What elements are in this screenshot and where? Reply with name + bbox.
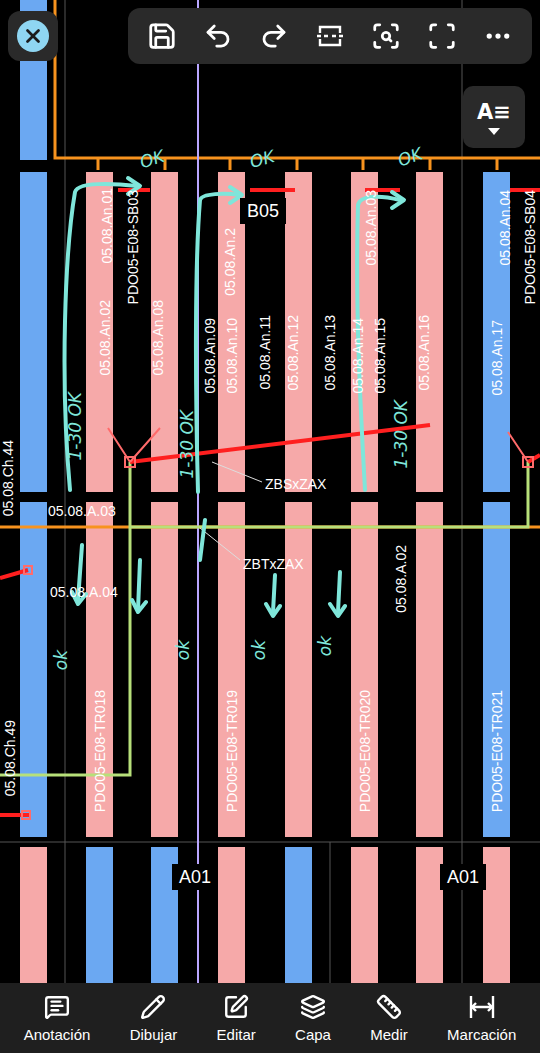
element-label: 05.08.A.02 bbox=[393, 545, 409, 613]
tool-button[interactable] bbox=[364, 14, 408, 58]
element-label: 05.08.An.15 bbox=[372, 318, 388, 394]
tool-pill bbox=[128, 8, 532, 64]
bottom-tool[interactable]: Anotación bbox=[22, 990, 93, 1047]
handwritten-note[interactable]: 1-30 OK bbox=[392, 400, 411, 469]
close-badge bbox=[17, 20, 49, 52]
layers-icon bbox=[300, 994, 326, 1020]
ruler-icon bbox=[376, 994, 402, 1020]
handwritten-note[interactable]: OK bbox=[248, 147, 277, 172]
element-label: 05.08.An.16 bbox=[416, 315, 432, 391]
cable-tray-bar bbox=[218, 847, 245, 983]
handwritten-note[interactable]: ok bbox=[316, 636, 335, 656]
bottom-tool[interactable]: Dibujar bbox=[128, 990, 180, 1047]
bottom-toolbar: Anotación Dibujar Editar Capa Medir Marcación bbox=[0, 983, 540, 1053]
handwritten-note[interactable]: ok bbox=[174, 640, 193, 660]
bottom-tool-label: Editar bbox=[217, 1026, 256, 1043]
element-label: ZBTxZAX bbox=[243, 556, 304, 572]
cable-tray-bar bbox=[285, 502, 312, 837]
element-label: 05.08.An.12 bbox=[285, 315, 301, 391]
tool-button[interactable] bbox=[420, 14, 464, 58]
cable-tray-bar bbox=[20, 502, 47, 837]
tool-button[interactable] bbox=[476, 14, 520, 58]
element-label: 05.08.An.08 bbox=[150, 300, 166, 376]
handwritten-note[interactable]: 1-30 OK bbox=[178, 410, 197, 479]
dropdown-caret-icon bbox=[488, 128, 500, 135]
element-label: PDO05-E08-SB03 bbox=[125, 190, 141, 304]
top-toolbar bbox=[8, 8, 532, 64]
tool-button[interactable] bbox=[196, 14, 240, 58]
handwritten-note[interactable]: ok bbox=[52, 650, 71, 670]
undo-icon bbox=[203, 21, 233, 51]
element-label: 05.08.An.09 bbox=[202, 318, 218, 394]
cable-tray-bar bbox=[285, 847, 312, 983]
more-icon bbox=[483, 21, 513, 51]
cable-tray-bar bbox=[351, 847, 378, 983]
cable-tray-bar bbox=[20, 172, 47, 492]
element-label: 05.08.Ch.49 bbox=[2, 720, 18, 796]
element-label: PDO05-E08-TR021 bbox=[489, 690, 505, 812]
bottom-tool[interactable]: Medir bbox=[368, 990, 410, 1047]
tool-button[interactable] bbox=[308, 14, 352, 58]
element-label: ZBSxZAX bbox=[265, 476, 326, 492]
pencil-icon bbox=[140, 994, 166, 1020]
cad-viewer: 05.08.An.01 PDO05-E08-SB03 05.08.An.02 05.0… bbox=[0, 0, 540, 1053]
element-label: 05.08.An.17 bbox=[489, 320, 505, 396]
element-label: 05.08.Ch.44 bbox=[0, 440, 16, 516]
bottom-tool-label: Marcación bbox=[447, 1026, 516, 1043]
element-label: PDO05-E08-SB04 bbox=[522, 190, 538, 304]
compare-icon bbox=[315, 21, 345, 51]
close-icon bbox=[22, 25, 44, 47]
element-label: 05.08.An.14 bbox=[350, 318, 366, 394]
bottom-tool-label: Medir bbox=[370, 1026, 408, 1043]
element-label: PDO05-E08-TR020 bbox=[357, 690, 373, 812]
zone-tag: B05 bbox=[240, 198, 286, 224]
handwritten-note[interactable]: OK bbox=[138, 147, 167, 173]
edit-icon bbox=[223, 994, 249, 1020]
annotation-icon bbox=[44, 994, 70, 1020]
element-label: 05.08.An.11 bbox=[257, 315, 273, 389]
element-label: 05.08.An.01 bbox=[99, 188, 115, 264]
text-style-label: A≡ bbox=[477, 100, 511, 124]
element-label: 05.08.An.02 bbox=[97, 300, 113, 376]
cable-tray-bar bbox=[416, 502, 443, 837]
dimension-icon bbox=[468, 994, 496, 1020]
text-style-button[interactable]: A≡ bbox=[463, 86, 525, 148]
cable-tray-bar bbox=[20, 847, 47, 983]
element-label: 05.08.An.13 bbox=[322, 315, 338, 391]
save-icon bbox=[147, 21, 177, 51]
zone-tag: A01 bbox=[172, 864, 218, 890]
bottom-tool[interactable]: Marcación bbox=[445, 990, 518, 1047]
bottom-tool-label: Dibujar bbox=[130, 1026, 178, 1043]
element-label: PDO05-E08-TR019 bbox=[224, 690, 240, 812]
element-label: PDO05-E08-TR018 bbox=[92, 690, 108, 812]
element-label: 05.08.An.2 bbox=[222, 228, 238, 296]
bottom-tool-label: Anotación bbox=[24, 1026, 91, 1043]
element-label: 05.08.An.04 bbox=[497, 190, 513, 266]
close-button[interactable] bbox=[8, 11, 58, 61]
bottom-tool-label: Capa bbox=[295, 1026, 331, 1043]
zone-tag: A01 bbox=[440, 864, 486, 890]
redo-icon bbox=[259, 21, 289, 51]
drawing-canvas[interactable]: 05.08.An.01 PDO05-E08-SB03 05.08.An.02 05.0… bbox=[0, 0, 540, 983]
element-label: 05.08.A.04 bbox=[50, 584, 118, 600]
handwritten-note[interactable]: 1-30 OK bbox=[66, 392, 85, 461]
element-label: 05.08.An.03 bbox=[363, 190, 379, 266]
element-label: 05.08.A.03 bbox=[48, 503, 116, 519]
cable-tray-bar bbox=[151, 502, 178, 837]
handwritten-note[interactable]: ok bbox=[250, 640, 269, 660]
element-label: 05.08.An.10 bbox=[224, 318, 240, 394]
bottom-tool[interactable]: Editar bbox=[215, 990, 258, 1047]
tool-button[interactable] bbox=[140, 14, 184, 58]
zoom-window-icon bbox=[371, 21, 401, 51]
fit-screen-icon bbox=[427, 21, 457, 51]
bottom-tool[interactable]: Capa bbox=[293, 990, 333, 1047]
cable-tray-bar bbox=[416, 847, 443, 983]
cable-tray-bar bbox=[483, 847, 510, 983]
cable-tray-bar bbox=[86, 847, 113, 983]
handwritten-note[interactable]: OK bbox=[395, 144, 425, 170]
tool-button[interactable] bbox=[252, 14, 296, 58]
